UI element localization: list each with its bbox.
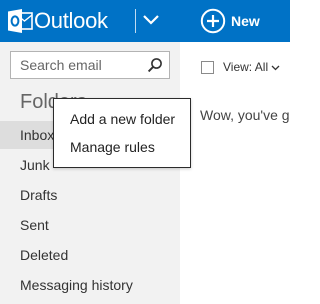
- sidebar-item-drafts[interactable]: Drafts: [0, 181, 180, 209]
- search-box: [10, 51, 170, 79]
- menu-item-add-new-folder[interactable]: Add a new folder: [54, 105, 190, 133]
- view-filter-dropdown[interactable]: View: All: [223, 59, 280, 75]
- sidebar-item-messaging-history[interactable]: Messaging history: [0, 271, 180, 299]
- chevron-down-icon[interactable]: [142, 11, 160, 29]
- header-divider: [135, 9, 136, 33]
- top-bar: Outlook New: [0, 0, 290, 42]
- outlook-logo-icon[interactable]: [7, 8, 33, 34]
- search-input[interactable]: [11, 52, 141, 78]
- new-button[interactable]: New: [200, 7, 260, 35]
- chevron-down-icon: [271, 65, 280, 70]
- menu-item-manage-rules[interactable]: Manage rules: [54, 133, 190, 161]
- select-all-checkbox[interactable]: [201, 61, 214, 74]
- new-button-label: New: [231, 13, 260, 29]
- plus-circle-icon: [200, 8, 226, 34]
- sidebar-item-sent[interactable]: Sent: [0, 211, 180, 239]
- search-icon[interactable]: [147, 57, 163, 73]
- sidebar-item-deleted[interactable]: Deleted: [0, 241, 180, 269]
- folder-context-menu: Add a new folder Manage rules: [53, 98, 191, 168]
- view-filter-label: View: All: [223, 60, 269, 74]
- sidebar: Folders Inbox Junk Drafts Sent Deleted M…: [0, 42, 180, 304]
- message-list-pane: View: All Wow, you've g: [180, 42, 290, 304]
- app-title[interactable]: Outlook: [34, 7, 108, 35]
- empty-inbox-message: Wow, you've g: [200, 107, 290, 123]
